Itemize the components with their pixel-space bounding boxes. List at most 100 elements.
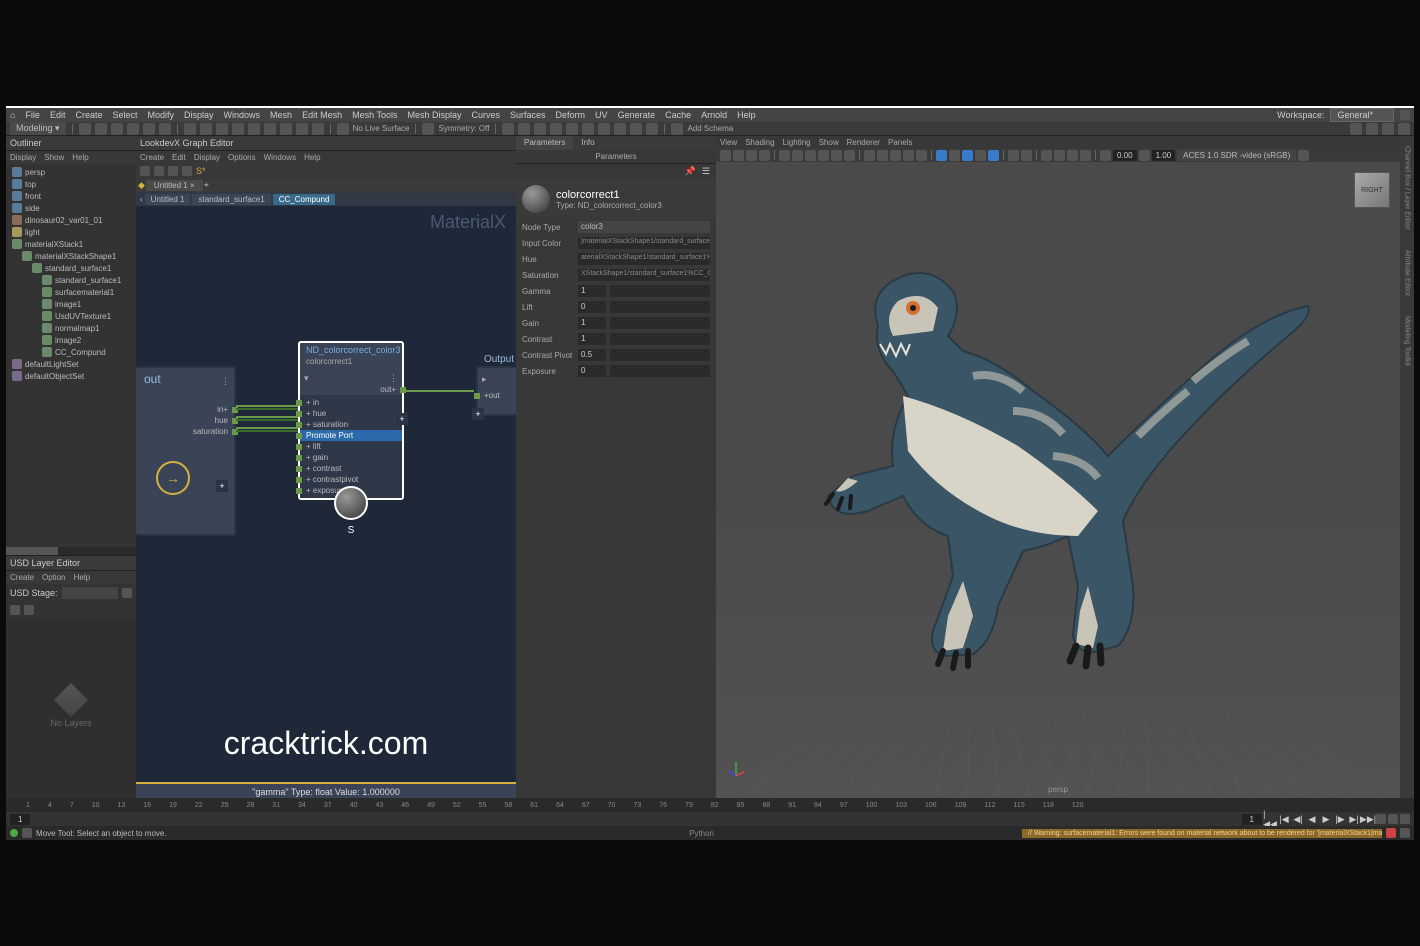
shelf-icon[interactable] — [312, 123, 324, 135]
param-value[interactable]: 1 — [578, 317, 606, 329]
shelf-icon[interactable] — [422, 123, 434, 135]
vp-icon[interactable] — [1054, 150, 1065, 161]
param-slider[interactable] — [610, 349, 710, 361]
menu-file[interactable]: File — [25, 110, 40, 120]
menu-curves[interactable]: Curves — [471, 110, 500, 120]
vp-icon[interactable] — [1008, 150, 1019, 161]
frame-start[interactable]: 1 — [10, 814, 30, 825]
shelf-icon[interactable] — [1350, 123, 1362, 135]
vp-icon[interactable] — [779, 150, 790, 161]
output-node[interactable]: Output ▸ + out + — [476, 366, 516, 416]
loop-icon[interactable] — [1376, 814, 1386, 824]
outliner-menu-display[interactable]: Display — [10, 153, 36, 162]
menu-editmesh[interactable]: Edit Mesh — [302, 110, 342, 120]
avatar-icon[interactable] — [671, 123, 683, 135]
rewind-start-icon[interactable]: |◀◀ — [1264, 813, 1276, 825]
param-value[interactable]: 1 — [578, 285, 606, 297]
back-icon[interactable]: ‹ — [140, 195, 143, 204]
outliner-menu-help[interactable]: Help — [72, 153, 88, 162]
port-out[interactable]: saturation — [136, 426, 234, 437]
vp-icon[interactable] — [720, 150, 731, 161]
outliner-item[interactable]: side — [8, 202, 134, 214]
usd-add-icon[interactable] — [10, 605, 20, 615]
colorcorrect-node[interactable]: ND_colorcorrect_color3 colorcorrect1 ▾ ⋮… — [298, 341, 404, 500]
menu-meshtools[interactable]: Mesh Tools — [352, 110, 397, 120]
menu-mesh[interactable]: Mesh — [270, 110, 292, 120]
shelf-icon[interactable] — [79, 123, 91, 135]
vp-menu-lighting[interactable]: Lighting — [783, 138, 811, 147]
param-slider[interactable] — [610, 333, 710, 345]
input-node[interactable]: out ⋮ in + hue saturation + — [136, 366, 236, 536]
menu-generate[interactable]: Generate — [618, 110, 656, 120]
outliner-tree[interactable]: persptopfrontsidedinosaur02_var01_01ligh… — [6, 164, 136, 547]
param-slider[interactable] — [610, 365, 710, 377]
menu-create[interactable]: Create — [75, 110, 102, 120]
param-value[interactable]: 0 — [578, 365, 606, 377]
graph-tool-icon[interactable] — [154, 166, 164, 176]
vp-menu-panels[interactable]: Panels — [888, 138, 912, 147]
vp-icon[interactable] — [733, 150, 744, 161]
outliner-item[interactable]: image2 — [8, 334, 134, 346]
workspace-dropdown[interactable]: General* — [1330, 108, 1394, 122]
param-slider[interactable] — [610, 301, 710, 313]
menu-uv[interactable]: UV — [595, 110, 608, 120]
outliner-item[interactable]: top — [8, 178, 134, 190]
play-back-icon[interactable]: ◀ — [1306, 813, 1318, 825]
graph-menu-create[interactable]: Create — [140, 153, 164, 162]
port-out[interactable]: in + — [136, 404, 234, 415]
outliner-item[interactable]: UsdUVTexture1 — [8, 310, 134, 322]
graph-tool-icon[interactable] — [182, 166, 192, 176]
vp-icon[interactable] — [818, 150, 829, 161]
param-dropdown[interactable]: color3 — [578, 221, 710, 233]
vp-icon[interactable] — [759, 150, 770, 161]
shelf-icon[interactable] — [159, 123, 171, 135]
vp-icon[interactable] — [916, 150, 927, 161]
menu-icon[interactable]: ☰ — [702, 166, 710, 177]
vp-icon[interactable] — [975, 150, 986, 161]
port-in[interactable]: Promote Port — [300, 430, 402, 441]
shelf-icon[interactable] — [264, 123, 276, 135]
outliner-item[interactable]: materialXStack1 — [8, 238, 134, 250]
vp-menu-show[interactable]: Show — [819, 138, 839, 147]
port-in[interactable]: + contrastpivot — [300, 474, 402, 485]
error-icon[interactable] — [1386, 828, 1396, 838]
expand-icon[interactable] — [156, 461, 190, 495]
graph-tool-icon[interactable] — [168, 166, 178, 176]
outliner-item[interactable]: CC_Compund — [8, 346, 134, 358]
outliner-item[interactable]: defaultObjectSet — [8, 370, 134, 382]
vp-icon[interactable] — [1067, 150, 1078, 161]
port-in[interactable]: + in — [300, 397, 402, 408]
gamma-icon[interactable] — [1139, 150, 1150, 161]
port-in[interactable]: + lift — [300, 441, 402, 452]
vp-menu-renderer[interactable]: Renderer — [847, 138, 880, 147]
next-key-icon[interactable]: |▶ — [1334, 813, 1346, 825]
breadcrumb-item[interactable]: Untitled 1 — [145, 194, 191, 205]
key-icon[interactable] — [1400, 814, 1410, 824]
menu-surfaces[interactable]: Surfaces — [510, 110, 546, 120]
vp-icon[interactable] — [805, 150, 816, 161]
usd-stage-dropdown[interactable] — [62, 587, 118, 599]
menu-deform[interactable]: Deform — [556, 110, 586, 120]
menu-meshdisplay[interactable]: Mesh Display — [407, 110, 461, 120]
frame-current[interactable]: 1 — [1242, 814, 1262, 825]
menu-modify[interactable]: Modify — [148, 110, 175, 120]
tab-modelingtoolkit[interactable]: Modeling Toolkit — [1404, 316, 1411, 366]
menu-cache[interactable]: Cache — [665, 110, 691, 120]
shelf-icon[interactable] — [502, 123, 514, 135]
tab-attributeeditor[interactable]: Attribute Editor — [1404, 250, 1411, 296]
shelf-icon[interactable] — [550, 123, 562, 135]
vp-icon[interactable] — [962, 150, 973, 161]
breadcrumb-item[interactable]: CC_Compund — [273, 194, 336, 205]
home-icon[interactable]: ⌂ — [10, 110, 15, 120]
param-field[interactable]: aterialXStackShape1/standard_surface1%CC… — [578, 253, 710, 265]
param-field[interactable]: |materialXStackShape1/standard_surface1%… — [578, 237, 710, 249]
axis-gizmo[interactable] — [726, 758, 746, 778]
shelf-icon[interactable] — [216, 123, 228, 135]
outliner-item[interactable]: defaultLightSet — [8, 358, 134, 370]
shelf-icon[interactable] — [598, 123, 610, 135]
step-back-icon[interactable]: |◀ — [1278, 813, 1290, 825]
tab-info[interactable]: Info — [573, 136, 602, 150]
port-in[interactable]: + out — [478, 390, 516, 401]
shelf-icon[interactable] — [111, 123, 123, 135]
port-in[interactable]: + hue — [300, 408, 402, 419]
